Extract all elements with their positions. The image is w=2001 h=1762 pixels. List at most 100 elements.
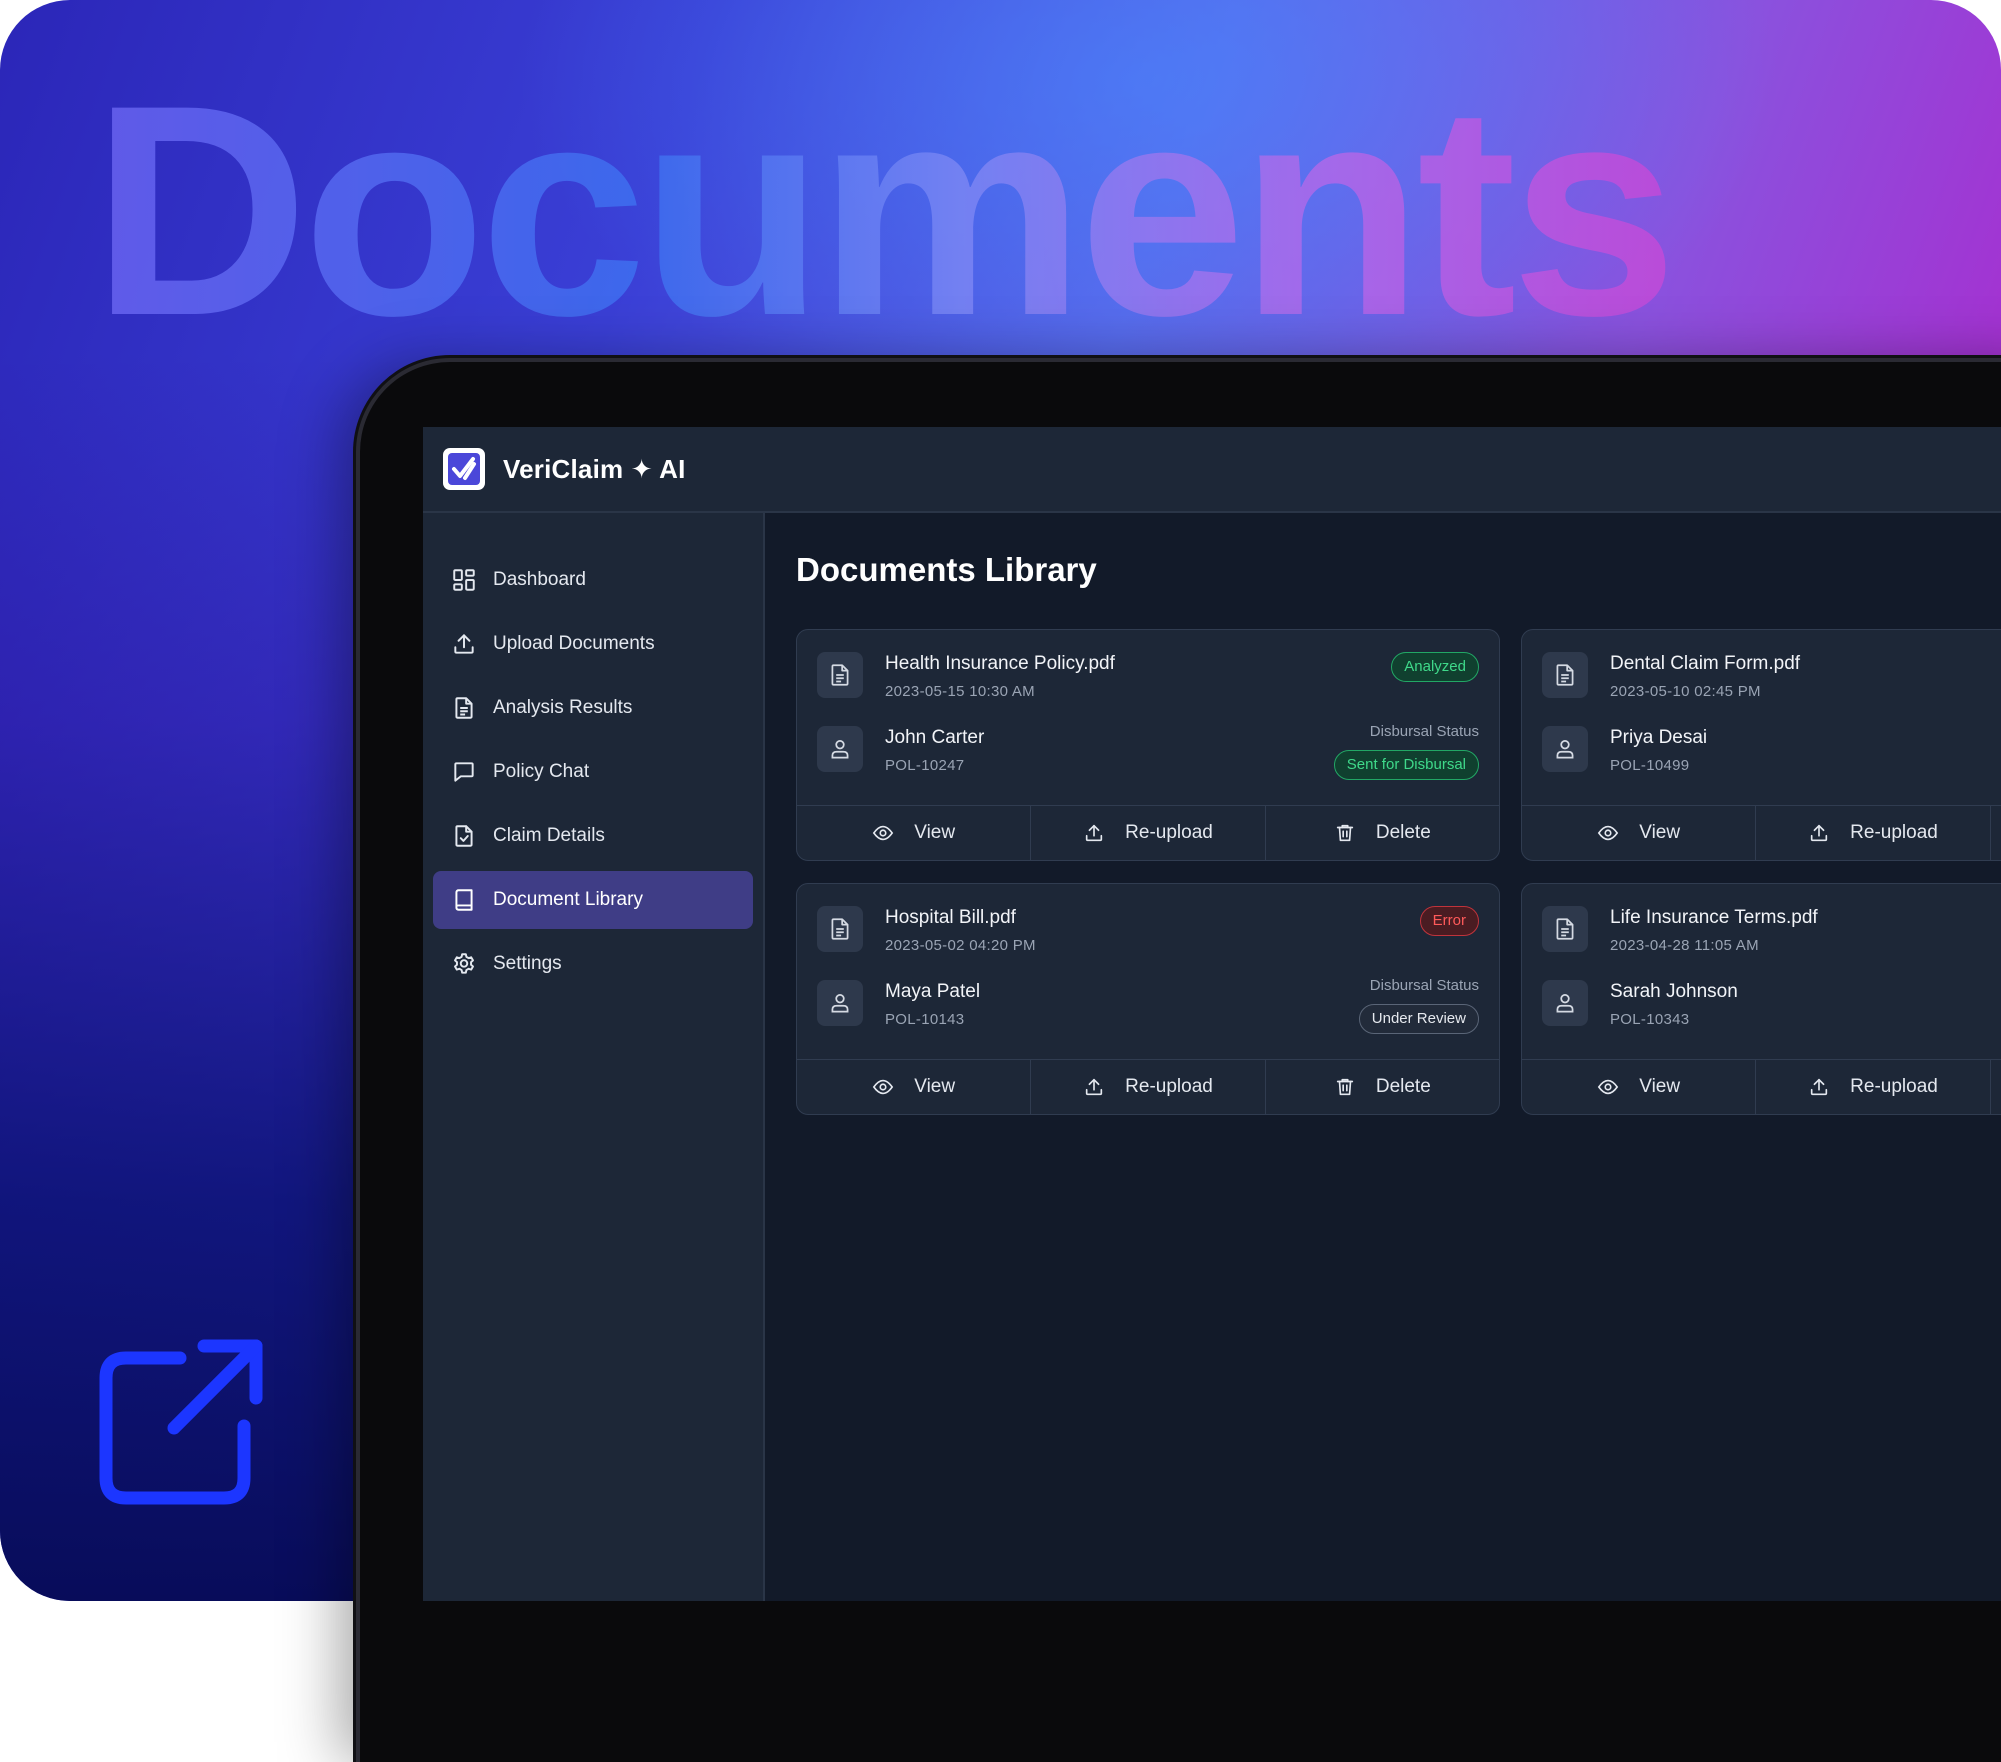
- document-card: Life Insurance Terms.pdf 2023-04-28 11:0…: [1521, 883, 2001, 1115]
- document-date: 2023-05-15 10:30 AM: [885, 683, 1035, 700]
- external-link-icon: [99, 1339, 263, 1505]
- disbursal-status-badge: Under Review: [1358, 1004, 1479, 1034]
- sidebar-item-analysis-results[interactable]: Analysis Results: [433, 679, 753, 737]
- view-button[interactable]: View: [1522, 1060, 1757, 1114]
- sidebar-item-label: Document Library: [493, 889, 643, 910]
- holder-row: John Carter POL-10247: [817, 726, 984, 776]
- document-icon-box: [817, 906, 863, 952]
- policy-number: POL-10247: [885, 757, 965, 774]
- policy-number: POL-10499: [1610, 757, 1690, 774]
- delete-button[interactable]: Delete: [1991, 1060, 2001, 1114]
- sidebar: VeriClaim ✦ AI Dashboard Upload Document…: [423, 427, 765, 1601]
- eye-icon: [873, 1079, 894, 1095]
- brand-logo[interactable]: [443, 448, 485, 490]
- upload-icon: [1810, 1078, 1828, 1096]
- view-label: View: [914, 822, 956, 843]
- upload-icon: [1085, 824, 1103, 842]
- reupload-label: Re-upload: [1850, 822, 1938, 843]
- trash-icon: [1336, 1078, 1354, 1096]
- delete-label: Delete: [1375, 1076, 1431, 1097]
- card-actions: View Re-upload Delete: [797, 1059, 1499, 1114]
- delete-button[interactable]: Delete: [1991, 806, 2001, 860]
- document-card: Hospital Bill.pdf 2023-05-02 04:20 PM Er…: [796, 883, 1500, 1115]
- document-card: Health Insurance Policy.pdf 2023-05-15 1…: [796, 629, 1500, 861]
- sidebar-nav: Dashboard Upload Documents Analysis Resu…: [423, 513, 763, 993]
- sidebar-item-upload-documents[interactable]: Upload Documents: [433, 615, 753, 673]
- document-icon-box: [1542, 906, 1588, 952]
- upload-icon: [454, 634, 474, 654]
- file-icon: [1556, 918, 1574, 940]
- policy-number: POL-10143: [885, 1011, 965, 1028]
- reupload-button[interactable]: Re-upload: [1756, 806, 1991, 860]
- document-card: Dental Claim Form.pdf 2023-05-10 02:45 P…: [1521, 629, 2001, 861]
- reupload-label: Re-upload: [1125, 1076, 1213, 1097]
- brand-header: VeriClaim ✦ AI: [423, 427, 763, 513]
- delete-button[interactable]: Delete: [1266, 1060, 1499, 1114]
- disbursal-status-label: Disbursal Status: [1369, 723, 1479, 740]
- holder-row: Priya Desai POL-10499: [1542, 726, 1707, 776]
- card-actions: View Re-upload Delete: [1522, 1059, 2001, 1114]
- document-row: Life Insurance Terms.pdf 2023-04-28 11:0…: [1542, 906, 1818, 956]
- eye-icon: [1598, 1079, 1619, 1095]
- holder-row: Sarah Johnson POL-10343: [1542, 980, 1738, 1030]
- view-label: View: [1639, 1076, 1681, 1097]
- sidebar-item-label: Dashboard: [493, 569, 586, 590]
- holder-name: Sarah Johnson: [1610, 981, 1738, 1002]
- document-name[interactable]: Hospital Bill.pdf: [885, 906, 1036, 930]
- user-icon-box: [1542, 980, 1588, 1026]
- sidebar-item-dashboard[interactable]: Dashboard: [433, 551, 753, 609]
- user-icon: [1556, 740, 1574, 759]
- holder-row: Maya Patel POL-10143: [817, 980, 980, 1030]
- user-icon-box: [817, 980, 863, 1026]
- view-label: View: [1639, 822, 1681, 843]
- sidebar-item-label: Settings: [493, 953, 562, 974]
- view-button[interactable]: View: [797, 1060, 1032, 1114]
- file-icon: [831, 918, 849, 940]
- view-label: View: [914, 1076, 956, 1097]
- reupload-label: Re-upload: [1125, 822, 1213, 843]
- hero-title: Documents: [92, 42, 1678, 378]
- document-date: 2023-04-28 11:05 AM: [1610, 937, 1759, 954]
- delete-button[interactable]: Delete: [1266, 806, 1499, 860]
- document-name[interactable]: Health Insurance Policy.pdf: [885, 652, 1115, 676]
- upload-icon: [1085, 1078, 1103, 1096]
- gear-icon: [454, 953, 474, 974]
- sidebar-item-policy-chat[interactable]: Policy Chat: [433, 743, 753, 801]
- reupload-button[interactable]: Re-upload: [1756, 1060, 1991, 1114]
- sidebar-item-label: Claim Details: [493, 825, 605, 846]
- sidebar-item-claim-details[interactable]: Claim Details: [433, 807, 753, 865]
- view-button[interactable]: View: [1522, 806, 1757, 860]
- reupload-button[interactable]: Re-upload: [1031, 1060, 1266, 1114]
- user-icon: [831, 994, 849, 1013]
- file-icon: [831, 664, 849, 686]
- user-icon: [831, 740, 849, 759]
- sidebar-item-label: Policy Chat: [493, 761, 590, 782]
- chat-icon: [454, 762, 474, 782]
- book-icon: [455, 889, 473, 911]
- view-button[interactable]: View: [797, 806, 1032, 860]
- file-icon: [1556, 664, 1574, 686]
- file-check-icon: [455, 825, 473, 847]
- document-name[interactable]: Life Insurance Terms.pdf: [1610, 906, 1818, 930]
- reupload-label: Re-upload: [1850, 1076, 1938, 1097]
- document-row: Health Insurance Policy.pdf 2023-05-15 1…: [817, 652, 1115, 702]
- document-date: 2023-05-02 04:20 PM: [885, 937, 1036, 954]
- eye-icon: [1598, 825, 1619, 841]
- sidebar-item-settings[interactable]: Settings: [433, 935, 753, 993]
- reupload-button[interactable]: Re-upload: [1031, 806, 1266, 860]
- sidebar-item-label: Analysis Results: [493, 697, 633, 718]
- status-badge: Error: [1419, 906, 1479, 936]
- sidebar-item-label: Upload Documents: [493, 633, 655, 654]
- policy-number: POL-10343: [1610, 1011, 1690, 1028]
- brand-name: VeriClaim ✦ AI: [503, 453, 686, 484]
- user-icon-box: [817, 726, 863, 772]
- status-badge: Analyzed: [1391, 652, 1479, 682]
- holder-name: Priya Desai: [1610, 727, 1708, 748]
- card-actions: View Re-upload Delete: [1522, 805, 2001, 860]
- sidebar-item-document-library[interactable]: Document Library: [433, 871, 753, 929]
- dashboard-icon: [453, 569, 475, 591]
- file-text-icon: [455, 697, 473, 719]
- page-title: Documents Library: [796, 551, 1097, 588]
- card-actions: View Re-upload Delete: [797, 805, 1499, 860]
- document-name[interactable]: Dental Claim Form.pdf: [1610, 652, 1800, 676]
